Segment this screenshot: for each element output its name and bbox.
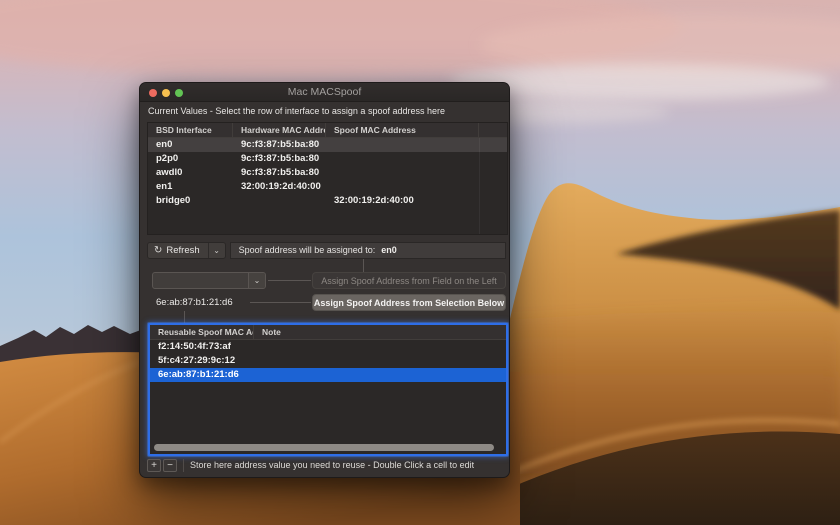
status-interface-value: en0 (381, 245, 397, 255)
cell-iface: bridge0 (148, 194, 233, 208)
cell-hw-mac: 32:00:19:2d:40:00 (233, 180, 326, 194)
table-row-en0[interactable]: en0 9c:f3:87:b5:ba:80 (148, 138, 507, 152)
cell-iface: en0 (148, 138, 233, 152)
horizontal-scrollbar[interactable] (154, 444, 494, 451)
refresh-icon: ↻ (154, 246, 162, 256)
desktop: Mac MACSpoof Current Values - Select the… (0, 0, 840, 525)
add-address-button[interactable]: + (147, 459, 161, 472)
cell-iface: p2p0 (148, 152, 233, 166)
table-row-en1[interactable]: en1 32:00:19:2d:40:00 (148, 180, 507, 194)
connector-line (250, 302, 311, 303)
cell-spoof-mac (326, 138, 479, 152)
refresh-label: Refresh (166, 245, 199, 256)
refresh-menu-button[interactable]: ⌄ (209, 243, 225, 258)
refresh-button[interactable]: ↻ Refresh (148, 243, 208, 258)
interfaces-table: BSD Interface Hardware MAC Address Spoof… (147, 122, 508, 235)
footer-divider (183, 459, 184, 472)
cell-hw-mac: 9c:f3:87:b5:ba:80 (233, 138, 326, 152)
table-row-awdl0[interactable]: awdl0 9c:f3:87:b5:ba:80 (148, 166, 507, 180)
column-header-note[interactable]: Note (254, 325, 506, 339)
cell-spoof-mac (326, 166, 479, 180)
column-header-hardware-mac[interactable]: Hardware MAC Address (233, 123, 326, 137)
refresh-segmented-control: ↻ Refresh ⌄ (147, 242, 226, 259)
column-header-reusable-mac[interactable]: Reusable Spoof MAC Address (150, 325, 254, 339)
reusable-row-2[interactable]: 5f:c4:27:29:9c:12 (150, 354, 506, 368)
cell-hw-mac: 9c:f3:87:b5:ba:80 (233, 166, 326, 180)
reusable-addresses-table: Reusable Spoof MAC Address Note f2:14:50… (148, 323, 508, 456)
table-row-p2p0[interactable]: p2p0 9c:f3:87:b5:ba:80 (148, 152, 507, 166)
table-footer: + − Store here address value you need to… (147, 457, 506, 473)
window-title: Mac MACSpoof (140, 83, 509, 102)
combobox-field[interactable] (153, 273, 248, 288)
combobox-dropdown-button[interactable]: ⌄ (248, 273, 265, 288)
chevron-down-icon: ⌄ (213, 246, 220, 255)
connector-line (184, 311, 185, 323)
assign-from-field-button[interactable]: Assign Spoof Address from Field on the L… (312, 272, 506, 289)
instructions-label: Current Values - Select the row of inter… (148, 106, 445, 116)
cell-iface: awdl0 (148, 166, 233, 180)
column-header-spacer (479, 123, 507, 137)
column-header-spoof-mac[interactable]: Spoof MAC Address (326, 123, 479, 137)
interfaces-table-header: BSD Interface Hardware MAC Address Spoof… (148, 123, 507, 138)
app-window: Mac MACSpoof Current Values - Select the… (139, 82, 510, 478)
reusable-table-header: Reusable Spoof MAC Address Note (150, 325, 506, 340)
column-header-bsd-interface[interactable]: BSD Interface (148, 123, 233, 137)
assign-target-status: Spoof address will be assigned to: en0 (230, 242, 506, 259)
connector-line (363, 259, 364, 273)
chevron-down-icon: ⌄ (254, 276, 261, 285)
selected-spoof-address-label: 6e:ab:87:b1:21:d6 (156, 294, 233, 311)
spoof-address-combobox[interactable]: ⌄ (152, 272, 266, 289)
reusable-row-1[interactable]: f2:14:50:4f:73:af (150, 340, 506, 354)
table-row-bridge0[interactable]: bridge0 32:00:19:2d:40:00 (148, 194, 507, 208)
status-prefix: Spoof address will be assigned to: (239, 245, 376, 255)
assign-from-selection-button[interactable]: Assign Spoof Address from Selection Belo… (312, 294, 506, 311)
refresh-toolbar: ↻ Refresh ⌄ Spoof address will be assign… (147, 242, 506, 259)
cell-hw-mac: 9c:f3:87:b5:ba:80 (233, 152, 326, 166)
column-separator (479, 138, 480, 234)
title-bar[interactable]: Mac MACSpoof (140, 83, 509, 102)
cell-spoof-mac (326, 180, 479, 194)
cell-hw-mac (233, 194, 326, 208)
footer-hint: Store here address value you need to reu… (190, 460, 474, 470)
cell-spoof-mac (326, 152, 479, 166)
reusable-row-3-selected[interactable]: 6e:ab:87:b1:21:d6 (150, 368, 506, 382)
connector-line (268, 280, 311, 281)
cell-iface: en1 (148, 180, 233, 194)
remove-address-button[interactable]: − (163, 459, 177, 472)
cell-spoof-mac: 32:00:19:2d:40:00 (326, 194, 479, 208)
